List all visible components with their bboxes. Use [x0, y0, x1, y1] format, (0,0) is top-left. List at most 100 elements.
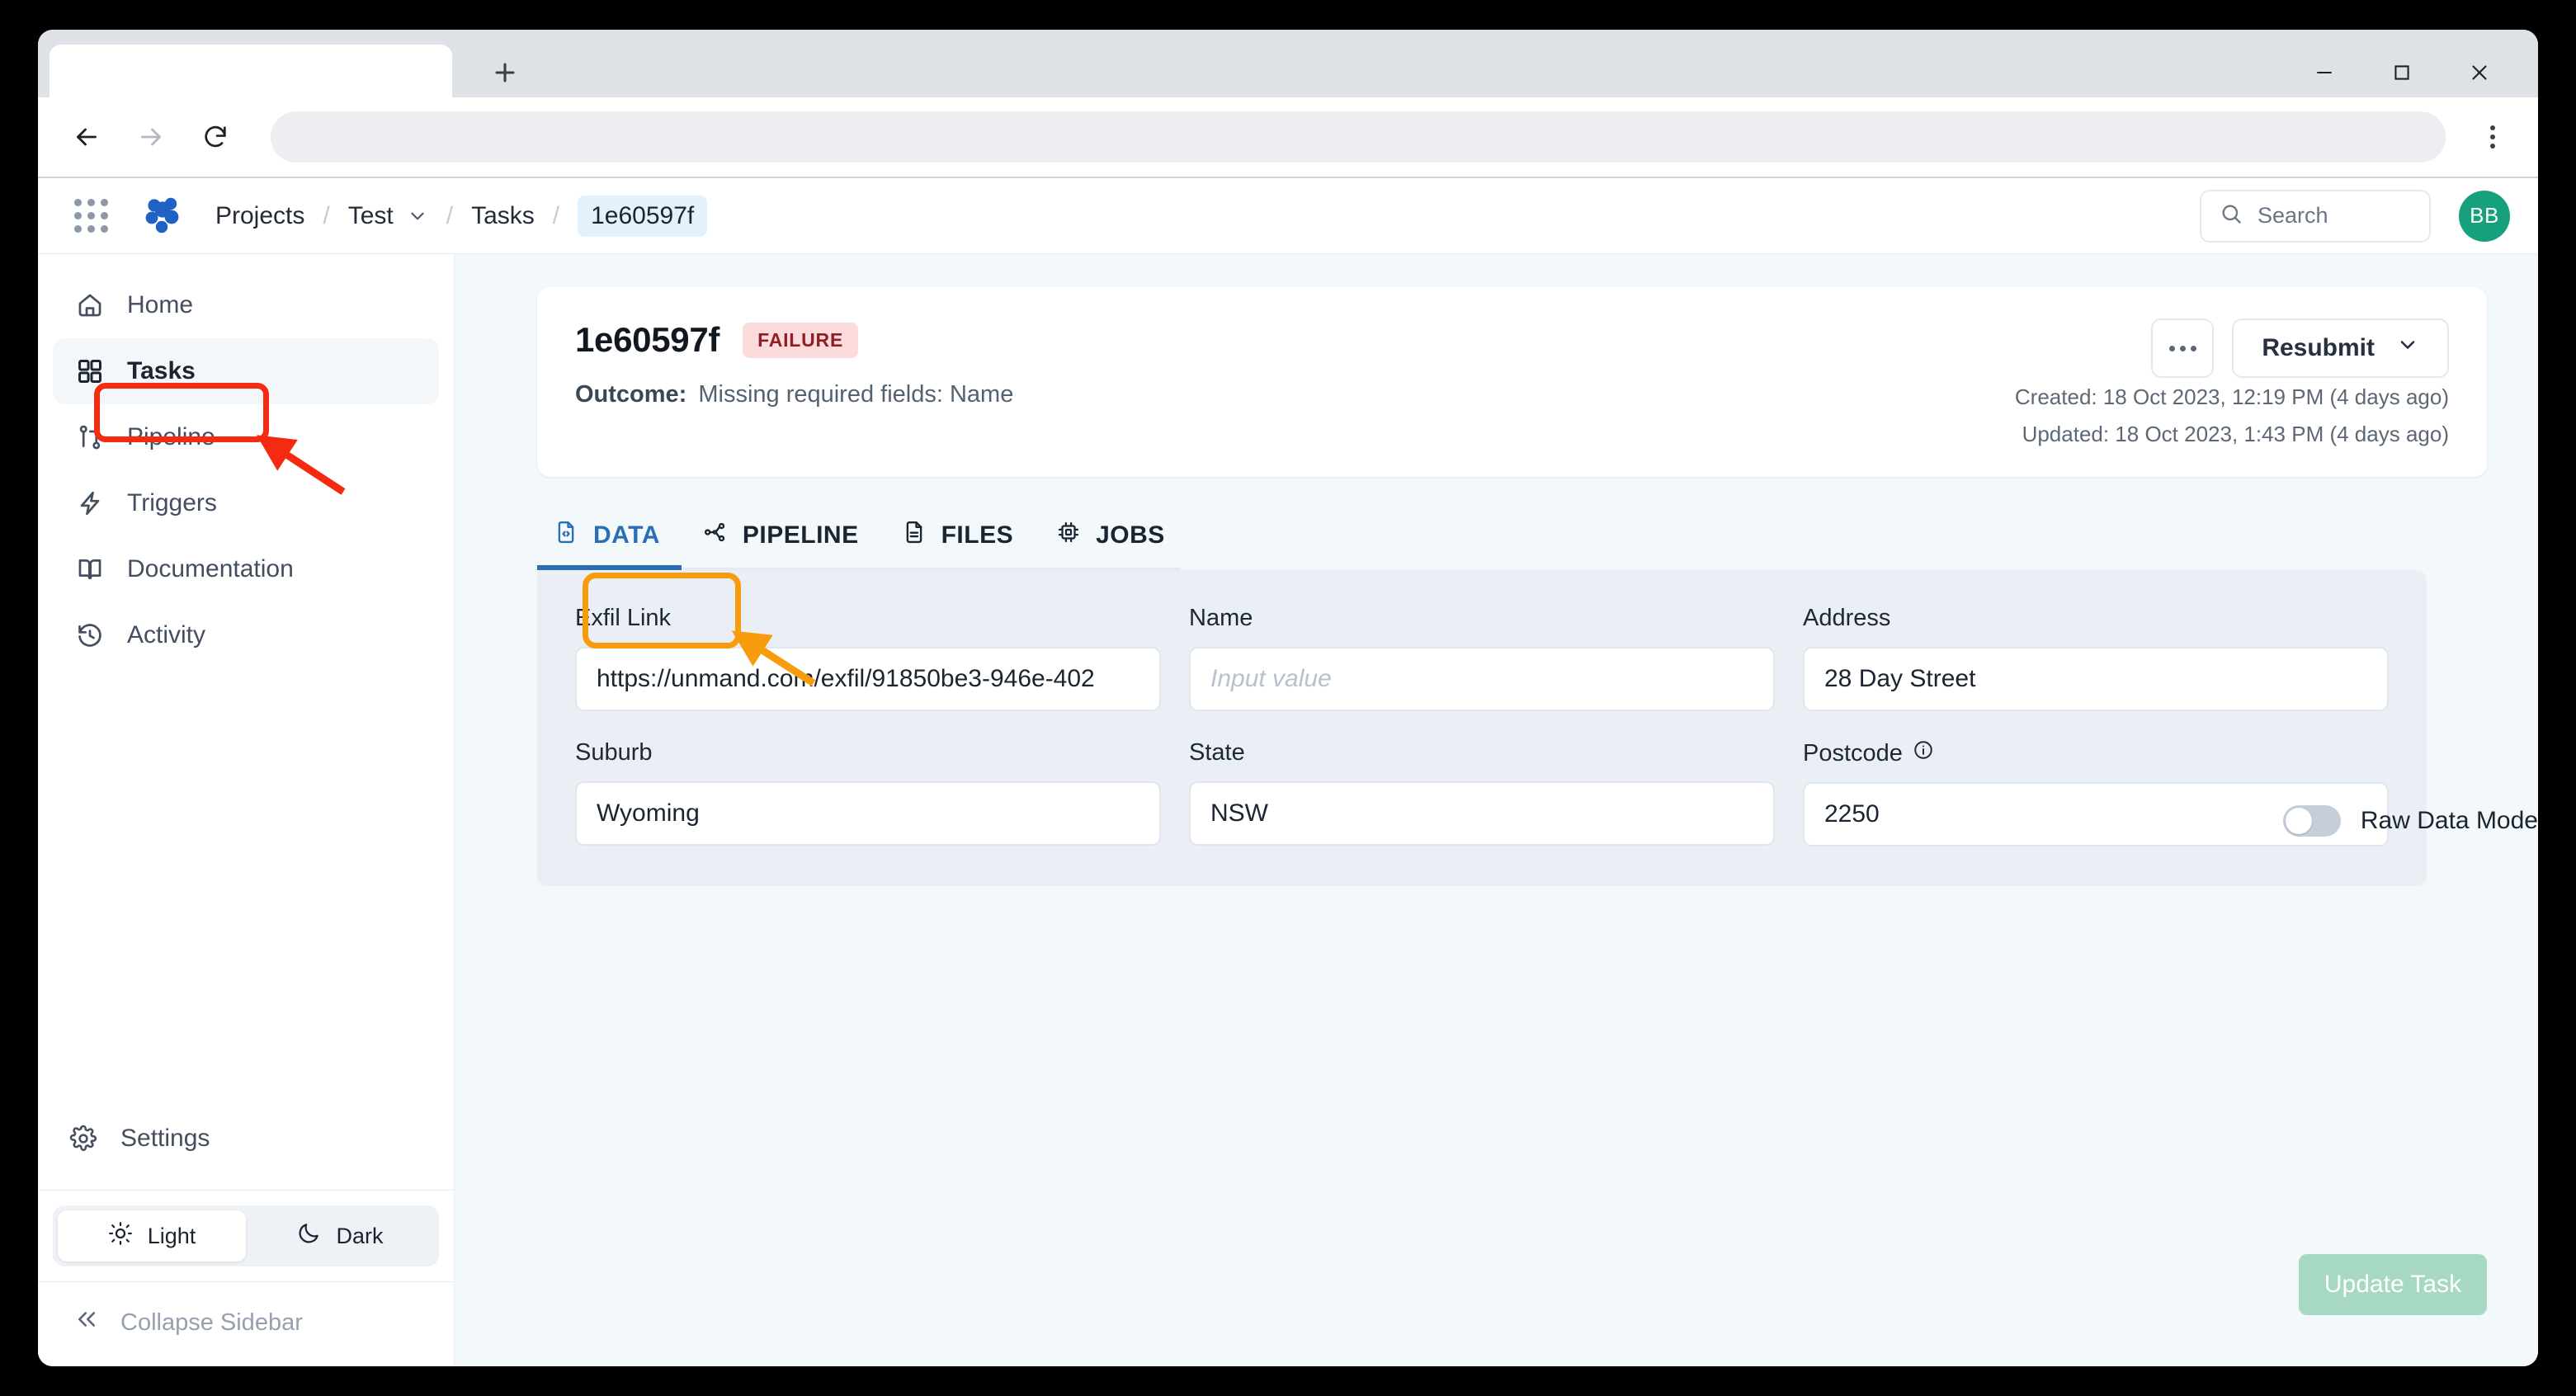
forward-icon[interactable] [124, 110, 178, 164]
theme-option-light[interactable]: Light [58, 1210, 246, 1262]
sidebar-item-settings[interactable]: Settings [68, 1109, 424, 1168]
field-label: State [1189, 739, 1775, 766]
breadcrumb-project[interactable]: Test [348, 197, 394, 235]
resubmit-button[interactable]: Resubmit [2232, 318, 2449, 378]
maximize-button[interactable] [2363, 50, 2441, 96]
page-title: 1e60597f [575, 320, 720, 359]
breadcrumb-separator: / [446, 201, 454, 229]
info-icon[interactable] [1913, 739, 1934, 767]
desktop-background: Projects / Test / Tasks / 1e60597f Searc… [0, 0, 2576, 1396]
outcome-value: Missing required fields: Name [698, 381, 1014, 408]
breadcrumb-chevron-down-icon[interactable] [407, 205, 428, 227]
field-label-text: Suburb [575, 739, 653, 766]
exfil-link-input[interactable]: https://unmand.com/exfil/91850be3-946e-4… [575, 647, 1161, 711]
resubmit-label: Resubmit [2262, 334, 2375, 361]
search-input[interactable]: Search [2200, 189, 2431, 243]
task-header-card: 1e60597f FAILURE Outcome: Missing requir… [537, 287, 2487, 477]
sidebar-item-triggers[interactable]: Triggers [53, 470, 439, 536]
settings-label: Settings [120, 1125, 210, 1152]
breadcrumb: Projects / Test / Tasks / 1e60597f [215, 195, 708, 237]
suburb-input[interactable]: Wyoming [575, 781, 1161, 846]
browser-tab-strip [38, 30, 2538, 97]
book-icon [74, 554, 106, 585]
search-placeholder: Search [2258, 203, 2328, 228]
apps-grid-icon[interactable] [74, 199, 108, 233]
gear-icon [68, 1123, 99, 1154]
sidebar-item-label: Activity [127, 621, 206, 648]
back-icon[interactable] [59, 110, 114, 164]
field-label: Name [1189, 605, 1775, 632]
tab-jobs[interactable]: JOBS [1035, 515, 1187, 568]
state-input[interactable]: NSW [1189, 781, 1775, 846]
field-exfil-link: Exfil Link https://unmand.com/exfil/9185… [575, 605, 1161, 711]
sidebar-item-label: Triggers [127, 489, 217, 516]
field-address: Address 28 Day Street [1803, 605, 2389, 711]
app-body: Home Tasks Pipeline Triggers Documentati… [38, 254, 2538, 1366]
theme-switcher-wrap: Light Dark [38, 1190, 454, 1282]
unmand-hex-logo[interactable] [141, 196, 184, 237]
sidebar-item-activity[interactable]: Activity [53, 602, 439, 668]
avatar[interactable]: BB [2459, 190, 2510, 242]
breadcrumb-tasks[interactable]: Tasks [471, 197, 535, 235]
collapse-sidebar-button[interactable]: Collapse Sidebar [38, 1282, 454, 1366]
breadcrumb-projects[interactable]: Projects [215, 197, 304, 235]
lightning-bolt-icon [74, 488, 106, 519]
tab-label: PIPELINE [742, 521, 859, 549]
browser-tab[interactable] [50, 45, 452, 97]
file-code-icon [554, 520, 578, 551]
clock-rewind-icon [74, 620, 106, 651]
address-input[interactable]: 28 Day Street [1803, 647, 2389, 711]
url-bar[interactable] [271, 111, 2446, 163]
sidebar-item-label: Documentation [127, 555, 294, 582]
field-label-text: Address [1803, 605, 1891, 631]
breadcrumb-separator: / [323, 201, 330, 229]
tab-pipeline[interactable]: PIPELINE [682, 515, 880, 568]
tab-label: JOBS [1096, 521, 1165, 549]
more-options-button[interactable] [2151, 318, 2215, 378]
minimize-button[interactable] [2286, 50, 2363, 96]
application-viewport: Projects / Test / Tasks / 1e60597f Searc… [38, 178, 2538, 1366]
field-suburb: Suburb Wyoming [575, 739, 1161, 847]
window-controls [2286, 50, 2518, 96]
theme-light-label: Light [147, 1223, 196, 1248]
field-label: Suburb [575, 739, 1161, 766]
browser-menu-icon[interactable] [2469, 113, 2517, 161]
sidebar-item-documentation[interactable]: Documentation [53, 536, 439, 602]
created-timestamp: Created: 18 Oct 2023, 12:19 PM (4 days a… [2014, 384, 2449, 409]
field-label-text: Exfil Link [575, 605, 672, 631]
sidebar-item-home[interactable]: Home [53, 272, 439, 338]
tab-bar: DATA PIPELINE FILES JOBS [537, 515, 1181, 570]
field-label-text: State [1189, 739, 1245, 766]
tab-data[interactable]: DATA [537, 515, 682, 570]
sidebar-item-label: Pipeline [127, 423, 215, 450]
theme-option-dark[interactable]: Dark [246, 1210, 434, 1262]
field-label-text: Name [1189, 605, 1253, 631]
sidebar-nav: Home Tasks Pipeline Triggers Documentati… [38, 254, 454, 668]
close-button[interactable] [2441, 50, 2518, 96]
field-state: State NSW [1189, 739, 1775, 847]
field-label: Address [1803, 605, 2389, 632]
reload-icon[interactable] [188, 110, 243, 164]
raw-data-mode-control: Raw Data Mode [2282, 805, 2538, 837]
sidebar-item-pipeline[interactable]: Pipeline [53, 404, 439, 470]
name-input[interactable]: Input value [1189, 647, 1775, 711]
raw-data-mode-label: Raw Data Mode [2360, 807, 2538, 834]
raw-data-mode-toggle[interactable] [2282, 805, 2341, 837]
sun-icon [108, 1221, 133, 1252]
update-task-button[interactable]: Update Task [2299, 1254, 2487, 1315]
collapse-sidebar-label: Collapse Sidebar [120, 1309, 303, 1336]
new-tab-button[interactable] [484, 54, 526, 91]
data-form-panel: Exfil Link https://unmand.com/exfil/9185… [537, 570, 2427, 886]
status-badge: FAILURE [743, 322, 859, 358]
double-chevron-left-icon [74, 1307, 99, 1338]
tab-files[interactable]: FILES [880, 515, 1036, 568]
app-bar-right: Search BB [2200, 189, 2510, 243]
home-icon [74, 290, 106, 321]
theme-switcher: Light Dark [53, 1205, 439, 1266]
task-timestamps: Created: 18 Oct 2023, 12:19 PM (4 days a… [2015, 373, 2449, 447]
breadcrumb-separator: / [552, 201, 560, 229]
sidebar-item-tasks[interactable]: Tasks [53, 338, 439, 404]
breadcrumb-current-task[interactable]: 1e60597f [578, 195, 708, 237]
outcome-label: Outcome: [575, 381, 687, 408]
app-top-bar: Projects / Test / Tasks / 1e60597f Searc… [38, 178, 2538, 254]
